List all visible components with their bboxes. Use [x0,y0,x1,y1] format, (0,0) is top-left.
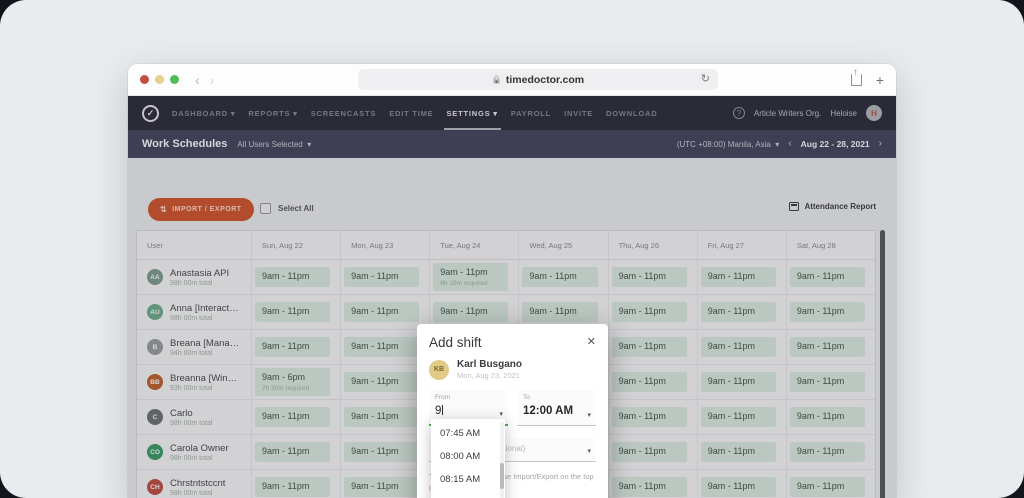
person-date: Mon, Aug 23, 2021 [457,371,522,380]
time-options-list: 07:45 AM08:00 AM08:15 AM08:30 AM08:45 AM [431,422,505,498]
modal-person: KB Karl Busgano Mon, Aug 23, 2021 [429,359,596,380]
lock-icon: 🔒 [492,75,502,84]
chevron-down-icon: ▾ [587,447,591,455]
to-time-field[interactable]: To 12:00 AM ▾ [517,390,596,426]
add-shift-modal: Add shift ✕ KB Karl Busgano Mon, Aug 23,… [417,324,608,498]
chrome-actions: + [851,73,884,87]
refresh-icon[interactable]: ↻ [701,72,710,85]
close-icon[interactable]: ✕ [587,337,596,348]
time-option[interactable]: 07:45 AM [431,422,505,445]
person-name: Karl Busgano [457,359,522,370]
person-avatar: KB [429,360,449,380]
url-text: timedoctor.com [506,74,584,86]
back-button[interactable]: ‹ [195,73,200,87]
time-options-dropdown: 07:45 AM08:00 AM08:15 AM08:30 AM08:45 AM [431,419,505,498]
text-cursor [442,405,443,415]
forward-button[interactable]: › [210,73,215,87]
new-tab-icon[interactable]: + [876,73,884,87]
browser-window: ‹ › 🔒 timedoctor.com ↻ + ✓ DASHBOARD ▾RE… [128,64,896,498]
screenshot-canvas: ‹ › 🔒 timedoctor.com ↻ + ✓ DASHBOARD ▾RE… [0,0,1024,498]
chevron-down-icon: ▾ [499,410,503,418]
background-surface: ‹ › 🔒 timedoctor.com ↻ + ✓ DASHBOARD ▾RE… [0,0,1024,498]
address-bar[interactable]: 🔒 timedoctor.com ↻ [358,69,718,90]
time-option[interactable]: 08:00 AM [431,445,505,468]
time-option[interactable]: 08:15 AM [431,468,505,491]
modal-header: Add shift ✕ [429,335,596,350]
browser-chrome: ‹ › 🔒 timedoctor.com ↻ + [128,64,896,96]
chevron-down-icon: ▾ [587,411,591,419]
zoom-window-button[interactable] [170,75,179,84]
close-window-button[interactable] [140,75,149,84]
dropdown-scrollbar-thumb[interactable] [500,463,504,489]
web-page: ✓ DASHBOARD ▾REPORTS ▾SCREENCASTSEDIT TI… [128,96,896,498]
modal-title: Add shift [429,335,482,350]
minimize-window-button[interactable] [155,75,164,84]
time-option[interactable]: 08:30 AM [431,491,505,498]
share-icon[interactable] [851,74,862,86]
